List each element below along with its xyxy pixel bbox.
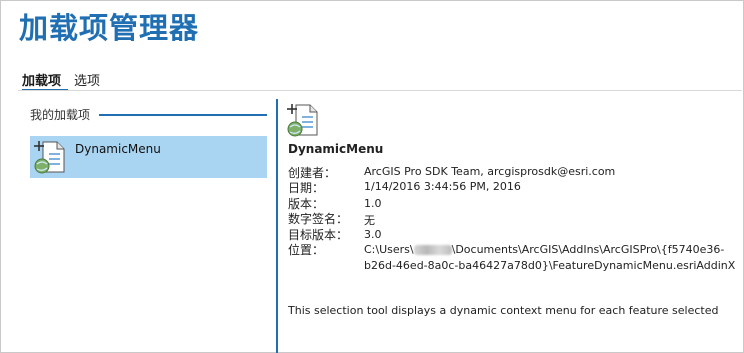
addin-icon: [286, 102, 320, 138]
target-version-value: 3.0: [364, 228, 382, 241]
panel-divider: [276, 99, 278, 353]
addin-description: This selection tool displays a dynamic c…: [288, 304, 719, 317]
redacted-username: [413, 245, 452, 255]
my-addins-header-rule: [99, 114, 267, 116]
location-path-suffix: \Documents\ArcGIS\AddIns\ArcGISPro\{f574…: [451, 243, 725, 256]
date-value: 1/14/2016 3:44:56 PM, 2016: [364, 180, 521, 193]
location-path-prefix: C:\Users\: [364, 243, 414, 256]
addin-detail-name: DynamicMenu: [288, 142, 384, 156]
location-label: 位置：: [288, 243, 325, 257]
tab-addins[interactable]: 加载项: [22, 70, 61, 89]
addin-list-item-dynamicmenu[interactable]: DynamicMenu: [30, 136, 267, 178]
version-value: 1.0: [364, 197, 382, 210]
page-title: 加载项管理器: [19, 11, 200, 45]
digital-signature-value: 无: [364, 214, 375, 227]
my-addins-header: 我的加载项: [30, 108, 91, 122]
tab-bar-divider: [18, 90, 742, 91]
addin-list-item-label: DynamicMenu: [75, 142, 161, 156]
tab-options[interactable]: 选项: [74, 70, 100, 89]
date-label: 日期：: [288, 181, 325, 195]
author-value: ArcGIS Pro SDK Team, arcgisprosdk@esri.c…: [364, 165, 616, 178]
addin-manager-window: 加载项管理器 加载项 选项 我的加载项 DynamicMenu DynamicM…: [0, 0, 744, 353]
location-value-line2: b26d-46ed-8a0c-ba46427a78d0}\FeatureDyna…: [364, 259, 736, 272]
location-value: C:\Users\ \Documents\ArcGIS\AddIns\ArcGIS…: [364, 243, 724, 256]
digital-signature-label: 数字签名：: [288, 212, 349, 226]
addin-icon: [33, 139, 67, 175]
